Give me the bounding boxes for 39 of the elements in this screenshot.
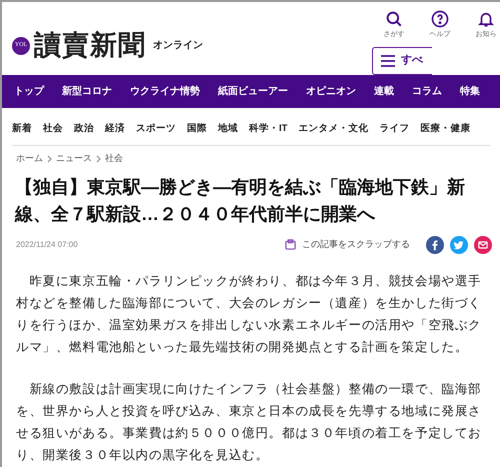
twitter-share-icon[interactable]: [450, 236, 468, 254]
section-link[interactable]: 科学・IT: [249, 122, 288, 137]
bell-icon: [477, 10, 495, 28]
chevron-icon: [47, 154, 52, 163]
logo-text: 讀賣新聞: [34, 32, 146, 59]
clipboard-icon: [285, 239, 296, 250]
main-nav-link[interactable]: 特集: [460, 84, 480, 99]
breadcrumb-link[interactable]: ニュース: [56, 152, 92, 166]
main-nav-link[interactable]: オピニオン: [306, 84, 356, 99]
article-title: 【独自】東京駅―勝どき―有明を結ぶ「臨海地下鉄」新線、全７駅新設…２０４０年代前半に開業へ: [14, 176, 466, 226]
scrap-button[interactable]: この記事をスクラップする: [285, 238, 410, 252]
help-icon: [431, 10, 449, 28]
search-icon: [385, 10, 403, 28]
article-paragraph: 昨夏に東京五輪・パラリンピックが終わり、都は今年３月、競技会場や選手村などを整備した臨海部について、大会のレガシー（遺産）を生かした街づくりを行うほか、温室効果ガスを排出しない水素エネルギーの活用や「空飛ぶクルマ」、燃料電池船といった最先端技術の開発拠点とする計画を策定した。: [16, 272, 482, 356]
section-link[interactable]: エンタメ・文化: [298, 122, 368, 137]
chevron-icon: [96, 154, 101, 163]
section-link[interactable]: 新着: [12, 122, 32, 137]
breadcrumb-link[interactable]: ホーム: [16, 152, 43, 166]
section-link[interactable]: 経済: [105, 122, 125, 137]
section-link[interactable]: ライフ: [379, 122, 410, 137]
section-link[interactable]: 医療・健康: [420, 122, 470, 137]
facebook-share-icon[interactable]: [426, 236, 444, 254]
section-link[interactable]: 国際: [187, 122, 207, 137]
section-link[interactable]: 社会: [43, 122, 63, 137]
breadcrumb-link[interactable]: 社会: [105, 152, 123, 166]
main-nav-link[interactable]: コラム: [412, 84, 442, 99]
section-link[interactable]: スポーツ: [136, 122, 176, 137]
main-nav-link[interactable]: トップ: [14, 84, 44, 99]
mail-share-icon[interactable]: [474, 236, 492, 254]
section-link[interactable]: 政治: [74, 122, 94, 137]
main-nav-link[interactable]: ウクライナ情勢: [130, 84, 200, 99]
logo-suffix: オンライン: [153, 39, 203, 53]
main-nav-link[interactable]: 新型コロナ: [62, 84, 112, 99]
main-nav-link[interactable]: 紙面ビューアー: [218, 84, 288, 99]
section-link[interactable]: 地域: [218, 122, 238, 137]
menu-icon: [381, 54, 395, 66]
article-paragraph: 新線の敷設は計画実現に向けたインフラ（社会基盤）整備の一環で、臨海部を、世界から人と投資を呼び込み、東京と日本の成長を先導する地域に発展させる狙いがある。事業費は約５０００億円。都は３０年頃の着工を予定しており、開業後３０年以内の黒字化を見込む。: [16, 380, 482, 464]
article-date: 2022/11/24 07:00: [16, 238, 78, 250]
main-nav-link[interactable]: 連載: [374, 84, 394, 99]
